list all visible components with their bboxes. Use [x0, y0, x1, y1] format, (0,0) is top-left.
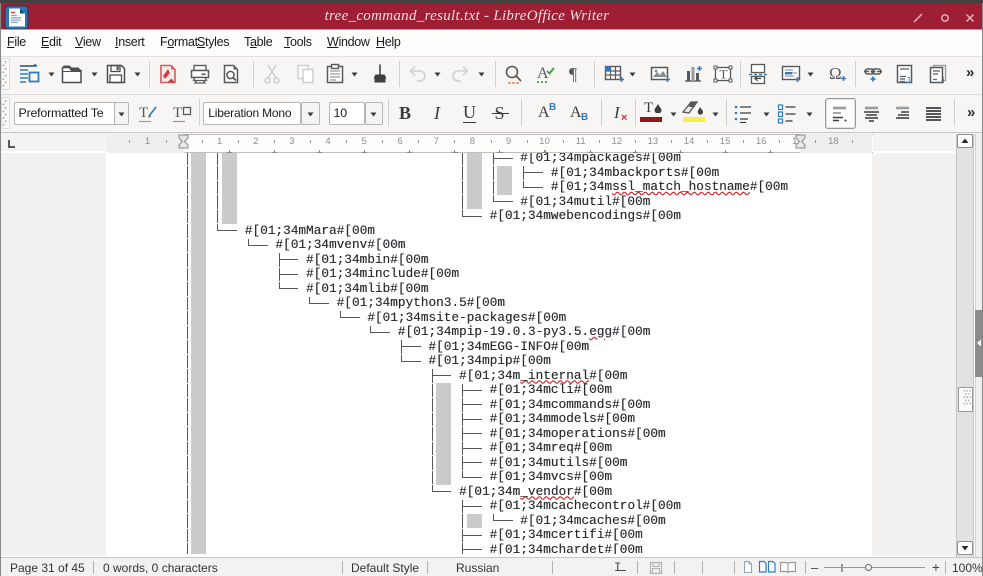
svg-text:T: T: [139, 105, 148, 121]
svg-text:i: i: [942, 75, 944, 85]
svg-text:T: T: [719, 66, 727, 81]
svg-text:T: T: [173, 105, 182, 121]
svg-text:¶: ¶: [569, 64, 577, 84]
svg-text:Ω: Ω: [829, 64, 842, 83]
svg-text:1: 1: [907, 75, 912, 85]
svg-text:A: A: [537, 65, 549, 82]
